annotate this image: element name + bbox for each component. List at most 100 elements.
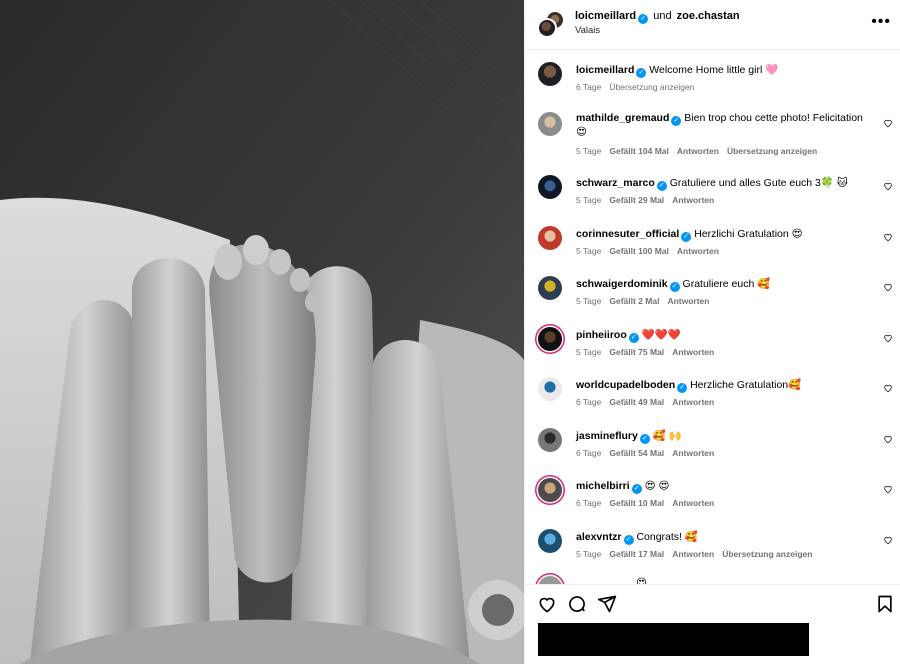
like-comment-heart-icon[interactable] bbox=[883, 232, 893, 242]
comment-text: Welcome Home little girl 🩷 bbox=[649, 64, 779, 76]
verified-badge-icon: ✓ bbox=[631, 484, 642, 494]
like-comment-heart-icon[interactable] bbox=[883, 383, 893, 393]
avatar[interactable] bbox=[538, 327, 562, 351]
comment-meta: 5 Tage Gefällt 17 Mal Antworten Übersetzung… bbox=[576, 549, 820, 559]
avatar[interactable] bbox=[538, 276, 562, 300]
avatar[interactable] bbox=[538, 428, 562, 452]
avatar[interactable] bbox=[538, 112, 562, 136]
comment-username[interactable]: schwarz_marco bbox=[576, 177, 655, 189]
comment-username[interactable]: michelbirri bbox=[576, 480, 630, 492]
reply-button[interactable]: Antworten bbox=[667, 296, 709, 306]
post-header: loicmeillard ✓ und zoe.chastan Valais ••• bbox=[525, 0, 900, 50]
like-comment-heart-icon[interactable] bbox=[883, 535, 893, 545]
comment-likes[interactable]: Gefällt 100 Mal bbox=[609, 246, 669, 256]
comment-time[interactable]: 5 Tage bbox=[576, 549, 601, 559]
reply-button[interactable]: Antworten bbox=[677, 146, 719, 156]
comment-body: corinnesuter_official ✓ Herzlichi Gratula… bbox=[576, 228, 876, 242]
comment-likes[interactable]: Gefällt 29 Mal bbox=[609, 195, 664, 205]
comment-time[interactable]: 5 Tage bbox=[576, 146, 601, 156]
post-location[interactable]: Valais bbox=[575, 25, 600, 36]
comment-meta: 6 Tage Gefällt 54 Mal Antworten bbox=[576, 448, 722, 458]
like-comment-heart-icon[interactable] bbox=[883, 333, 893, 343]
avatar[interactable] bbox=[538, 175, 562, 199]
comment-meta: 5 Tage Gefällt 104 Mal Antworten Übersetzun… bbox=[576, 146, 825, 156]
collaborator-username[interactable]: zoe.chastan bbox=[677, 10, 740, 22]
comment-text: Gratuliere euch 🥰 bbox=[682, 278, 771, 290]
verified-badge-icon: ✓ bbox=[639, 434, 650, 444]
comment-time[interactable]: 5 Tage bbox=[576, 296, 601, 306]
reply-button[interactable]: Antworten bbox=[677, 246, 719, 256]
like-comment-heart-icon[interactable] bbox=[883, 484, 893, 494]
avatar[interactable] bbox=[538, 62, 562, 86]
author-avatars[interactable] bbox=[537, 10, 565, 38]
comment-likes[interactable]: Gefällt 104 Mal bbox=[609, 146, 669, 156]
reply-button[interactable]: Antworten bbox=[672, 195, 714, 205]
reply-button[interactable]: Antworten bbox=[672, 397, 714, 407]
comment-body: schwarz_marco ✓ Gratuliere und alles Gute… bbox=[576, 177, 876, 191]
comments-list[interactable]: loicmeillard ✓ Welcome Home little girl 🩷… bbox=[525, 50, 900, 584]
verified-badge-icon: ✓ bbox=[636, 68, 647, 78]
comment-time[interactable]: 5 Tage bbox=[576, 347, 601, 357]
like-comment-heart-icon[interactable] bbox=[883, 282, 893, 292]
comment-username[interactable]: worldcupadelboden bbox=[576, 379, 675, 391]
comment-username[interactable]: jasmineflury bbox=[576, 430, 638, 442]
avatar[interactable] bbox=[538, 478, 562, 502]
comment-username[interactable]: mathilde_gremaud bbox=[576, 112, 669, 124]
comment-meta: 6 Tage Gefällt 49 Mal Antworten bbox=[576, 397, 722, 407]
comment-text: 😍 😍 bbox=[644, 480, 670, 492]
comment-icon[interactable] bbox=[567, 594, 587, 614]
comment-username[interactable]: schwaigerdominik bbox=[576, 278, 668, 290]
avatar[interactable] bbox=[538, 377, 562, 401]
comment-text: Congrats! 🥰 bbox=[636, 531, 698, 543]
reply-button[interactable]: Antworten bbox=[672, 448, 714, 458]
comment-text-cont: 😍 bbox=[576, 126, 587, 138]
author-avatar[interactable] bbox=[537, 18, 557, 38]
avatar[interactable] bbox=[538, 529, 562, 553]
post-authors: loicmeillard ✓ und zoe.chastan bbox=[575, 10, 740, 24]
translate-button[interactable]: Übersetzung anzeigen bbox=[609, 82, 694, 92]
comment-text: ❤️❤️❤️ bbox=[641, 329, 681, 341]
comment-body: mathilde_gremaud ✓ Bien trop chou cette p… bbox=[576, 112, 876, 139]
comment-text: 😍 bbox=[636, 577, 647, 584]
comment-likes[interactable]: Gefällt 2 Mal bbox=[609, 296, 659, 306]
post-details-panel: loicmeillard ✓ und zoe.chastan Valais •••… bbox=[524, 0, 900, 664]
verified-badge-icon: ✓ bbox=[638, 14, 649, 24]
like-comment-heart-icon[interactable] bbox=[883, 181, 893, 191]
comment-body: jasmineflury ✓ 🥰 🙌 bbox=[576, 430, 876, 444]
reply-button[interactable]: Antworten bbox=[672, 549, 714, 559]
avatar[interactable] bbox=[538, 226, 562, 250]
like-comment-heart-icon[interactable] bbox=[883, 118, 893, 128]
comment-meta: 6 Tage Gefällt 10 Mal Antworten bbox=[576, 498, 722, 508]
comment-likes[interactable]: Gefällt 54 Mal bbox=[609, 448, 664, 458]
comment-username[interactable]: loicmeillard bbox=[576, 64, 634, 76]
comment-time[interactable]: 5 Tage bbox=[576, 246, 601, 256]
reply-button[interactable]: Antworten bbox=[672, 498, 714, 508]
comment-likes[interactable]: Gefällt 49 Mal bbox=[609, 397, 664, 407]
comment-username[interactable]: pinheiiroo bbox=[576, 329, 627, 341]
redacted-region bbox=[538, 623, 809, 656]
comment-time[interactable]: 6 Tage bbox=[576, 448, 601, 458]
comment-time[interactable]: 6 Tage bbox=[576, 498, 601, 508]
comment-likes[interactable]: Gefällt 10 Mal bbox=[609, 498, 664, 508]
share-icon[interactable] bbox=[597, 594, 617, 614]
reply-button[interactable]: Antworten bbox=[672, 347, 714, 357]
comment-time[interactable]: 6 Tage bbox=[576, 82, 601, 92]
more-options-button[interactable]: ••• bbox=[871, 12, 891, 32]
heart-icon[interactable] bbox=[537, 594, 557, 614]
bookmark-icon[interactable] bbox=[875, 594, 895, 614]
authors-conjunction: und bbox=[653, 10, 672, 22]
comment-time[interactable]: 6 Tage bbox=[576, 397, 601, 407]
comment-likes[interactable]: Gefällt 75 Mal bbox=[609, 347, 664, 357]
avatar[interactable] bbox=[538, 576, 562, 584]
comment-username[interactable]: alexvntzr bbox=[576, 531, 622, 543]
post-photo[interactable] bbox=[0, 0, 524, 664]
comment-username[interactable]: corinnesuter_official bbox=[576, 228, 679, 240]
comment-likes[interactable]: Gefällt 17 Mal bbox=[609, 549, 664, 559]
translate-button[interactable]: Übersetzung anzeigen bbox=[727, 146, 817, 156]
like-comment-heart-icon[interactable] bbox=[883, 434, 893, 444]
author-username[interactable]: loicmeillard bbox=[575, 10, 636, 22]
comment-time[interactable]: 5 Tage bbox=[576, 195, 601, 205]
translate-button[interactable]: Übersetzung anzeigen bbox=[722, 549, 812, 559]
comment-body: pinheiiroo ✓ ❤️❤️❤️ bbox=[576, 329, 876, 343]
comment-meta: 5 Tage Gefällt 75 Mal Antworten bbox=[576, 347, 722, 357]
